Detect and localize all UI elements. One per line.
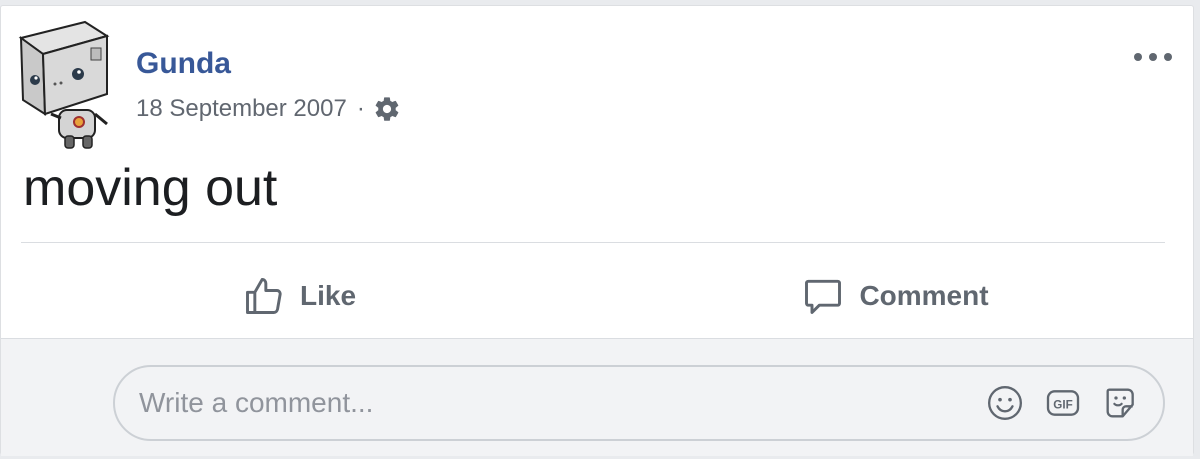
action-bar: Like Comment (1, 254, 1193, 338)
sticker-icon[interactable] (1101, 383, 1141, 423)
comment-box[interactable]: GIF (113, 365, 1165, 441)
meta-separator: · (356, 95, 365, 122)
like-label: Like (299, 280, 357, 311)
post-date[interactable]: 18 September 2007 (136, 95, 347, 123)
comment-section: GIF (1, 339, 1193, 456)
speech-bubble-icon (801, 274, 859, 318)
comment-button[interactable]: Comment (597, 254, 1193, 338)
svg-text:GIF: GIF (1053, 398, 1072, 411)
post-card: Gunda 18 September 2007 · moving out Lik… (0, 5, 1194, 456)
thumbs-up-icon (242, 274, 300, 318)
post-text: moving out (23, 159, 278, 217)
post-meta: 18 September 2007 · (136, 91, 401, 127)
divider (21, 242, 1165, 243)
comment-label: Comment (859, 280, 989, 311)
gear-icon[interactable] (373, 95, 401, 123)
emoji-icon[interactable] (985, 383, 1025, 423)
avatar[interactable] (15, 18, 117, 152)
more-options-icon (1133, 49, 1173, 67)
author-name[interactable]: Gunda (136, 46, 231, 82)
more-options-button[interactable] (1129, 44, 1177, 72)
gif-icon[interactable]: GIF (1043, 383, 1083, 423)
comment-tools: GIF (967, 383, 1141, 423)
like-button[interactable]: Like (1, 254, 597, 338)
comment-input[interactable] (115, 366, 967, 440)
